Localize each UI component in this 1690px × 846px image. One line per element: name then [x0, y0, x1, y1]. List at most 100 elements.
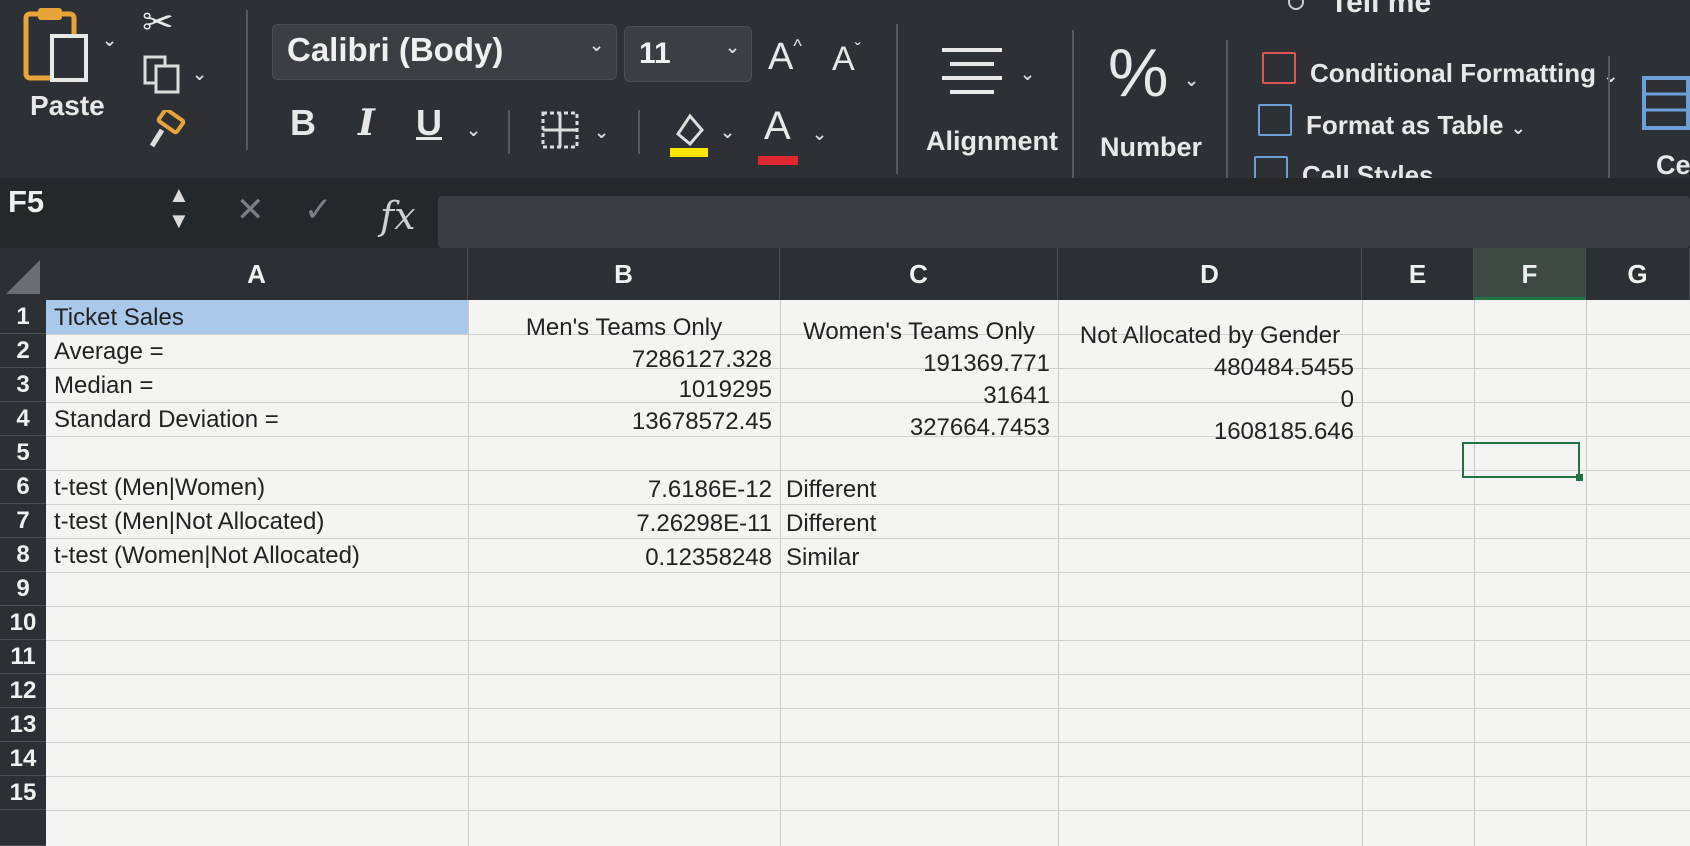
format-painter-icon[interactable] [146, 110, 186, 150]
font-name-select[interactable]: Calibri (Body) ⌄ [272, 24, 617, 80]
paste-dropdown-chevron-icon[interactable]: ⌄ [102, 30, 117, 51]
cell-c1[interactable]: Women's Teams Only [788, 318, 1050, 346]
gridline [46, 504, 1690, 505]
cell-a4[interactable]: Standard Deviation = [54, 406, 279, 434]
font-color-button[interactable]: A [764, 104, 791, 149]
cell-a8[interactable]: t-test (Women|Not Allocated) [54, 542, 360, 570]
cell-c2[interactable]: 191369.771 [788, 350, 1050, 378]
alignment-group-label[interactable]: Alignment [926, 126, 1058, 157]
ribbon-divider [1608, 56, 1610, 196]
cell-d3[interactable]: 0 [1066, 386, 1354, 414]
gridline [780, 300, 781, 846]
active-cell-f5[interactable] [1462, 442, 1583, 481]
column-header-e[interactable]: E [1362, 248, 1474, 300]
column-header-c[interactable]: C [780, 248, 1058, 300]
column-header-g[interactable]: G [1586, 248, 1690, 300]
increase-font-size-button[interactable]: A^ [768, 36, 802, 79]
cell-d1[interactable]: Not Allocated by Gender [1066, 322, 1354, 350]
font-color-chevron-icon[interactable]: ⌄ [812, 124, 827, 145]
chevron-down-icon: ⌄ [725, 37, 741, 57]
cell-b7[interactable]: 7.26298E-11 [476, 510, 772, 538]
fill-color-icon[interactable] [668, 108, 710, 158]
ribbon-divider [246, 10, 248, 150]
column-header-b[interactable]: B [468, 248, 780, 300]
cell-b8[interactable]: 0.12358248 [476, 544, 772, 572]
fill-color-chevron-icon[interactable]: ⌄ [720, 122, 735, 143]
cell-a2[interactable]: Average = [54, 338, 164, 366]
ribbon-divider [1072, 30, 1074, 180]
row-header-8[interactable]: 8 [0, 538, 46, 572]
row-header-7[interactable]: 7 [0, 504, 46, 538]
number-group-label[interactable]: Number [1100, 132, 1202, 163]
cell-c4[interactable]: 327664.7453 [788, 414, 1050, 442]
cell-c8[interactable]: Similar [786, 544, 859, 572]
cell-a7[interactable]: t-test (Men|Not Allocated) [54, 508, 324, 536]
copy-dropdown-chevron-icon[interactable]: ⌄ [192, 64, 207, 85]
cell-d2[interactable]: 480484.5455 [1066, 354, 1354, 382]
cut-icon[interactable]: ✂ [142, 0, 174, 45]
select-all-corner[interactable] [0, 248, 46, 300]
cell-b1[interactable]: Men's Teams Only [476, 314, 772, 342]
cell-b3[interactable]: 1019295 [476, 376, 772, 404]
copy-icon[interactable] [142, 54, 182, 94]
cells-group-label[interactable]: Cel [1656, 150, 1690, 181]
format-as-table-icon [1258, 104, 1292, 136]
row-header-4[interactable]: 4 [0, 402, 46, 436]
row-header-11[interactable]: 11 [0, 640, 46, 674]
cell-a3[interactable]: Median = [54, 372, 153, 400]
cells-icon[interactable] [1640, 72, 1690, 132]
row-header-10[interactable]: 10 [0, 606, 46, 640]
formula-input[interactable] [438, 196, 1690, 248]
number-chevron-icon[interactable]: ⌄ [1184, 70, 1199, 91]
decrease-font-size-button[interactable]: Aˇ [832, 40, 861, 79]
format-as-table-button[interactable]: Format as Table ⌄ [1306, 110, 1526, 141]
column-header-a[interactable]: A [46, 248, 468, 300]
name-box-stepper-up-icon[interactable]: ▲ [168, 182, 190, 208]
row-header-9[interactable]: 9 [0, 572, 46, 606]
percent-icon[interactable]: % [1108, 34, 1168, 112]
italic-button[interactable]: I [358, 102, 375, 144]
row-header-1[interactable]: 1 [0, 300, 46, 334]
paste-button-label[interactable]: Paste [30, 90, 105, 122]
cell-b2[interactable]: 7286127.328 [476, 346, 772, 374]
borders-dropdown-chevron-icon[interactable]: ⌄ [594, 122, 609, 143]
ribbon-divider [896, 24, 898, 174]
insert-function-icon[interactable]: fx [380, 194, 416, 238]
gridline [1362, 300, 1363, 846]
tell-me-search[interactable]: Tell me [1330, 0, 1431, 20]
name-box-stepper-down-icon[interactable]: ▼ [168, 208, 190, 234]
cell-c3[interactable]: 31641 [788, 382, 1050, 410]
row-header-2[interactable]: 2 [0, 334, 46, 368]
paste-icon[interactable] [22, 6, 92, 84]
cell-c7[interactable]: Different [786, 510, 876, 538]
row-header-12[interactable]: 12 [0, 674, 46, 708]
cell-b6[interactable]: 7.6186E-12 [476, 476, 772, 504]
cell-b4[interactable]: 13678572.45 [476, 408, 772, 436]
row-header-14[interactable]: 14 [0, 742, 46, 776]
row-header-13[interactable]: 13 [0, 708, 46, 742]
gridline [1058, 300, 1059, 846]
underline-button[interactable]: U [416, 102, 442, 144]
conditional-formatting-button[interactable]: Conditional Formatting ⌄ [1310, 58, 1618, 89]
row-header-5[interactable]: 5 [0, 436, 46, 470]
alignment-icon[interactable] [936, 44, 1008, 104]
underline-dropdown-chevron-icon[interactable]: ⌄ [466, 120, 481, 141]
alignment-chevron-icon[interactable]: ⌄ [1020, 64, 1035, 85]
cell-a1[interactable]: Ticket Sales [54, 304, 184, 332]
row-header-3[interactable]: 3 [0, 368, 46, 402]
cell-a6[interactable]: t-test (Men|Women) [54, 474, 265, 502]
name-box[interactable]: F5 [8, 184, 44, 220]
cell-d4[interactable]: 1608185.646 [1066, 418, 1354, 446]
conditional-formatting-icon [1262, 52, 1296, 84]
column-header-d[interactable]: D [1058, 248, 1362, 300]
gridline [46, 742, 1690, 743]
cell-c6[interactable]: Different [786, 476, 876, 504]
confirm-entry-icon[interactable]: ✓ [304, 190, 333, 230]
font-size-select[interactable]: 11 ⌄ [624, 26, 752, 82]
row-header-15[interactable]: 15 [0, 776, 46, 810]
borders-icon[interactable] [540, 110, 580, 150]
cancel-entry-icon[interactable]: ✕ [236, 190, 265, 230]
bold-button[interactable]: B [290, 102, 316, 144]
column-header-f[interactable]: F [1474, 248, 1586, 300]
row-header-6[interactable]: 6 [0, 470, 46, 504]
